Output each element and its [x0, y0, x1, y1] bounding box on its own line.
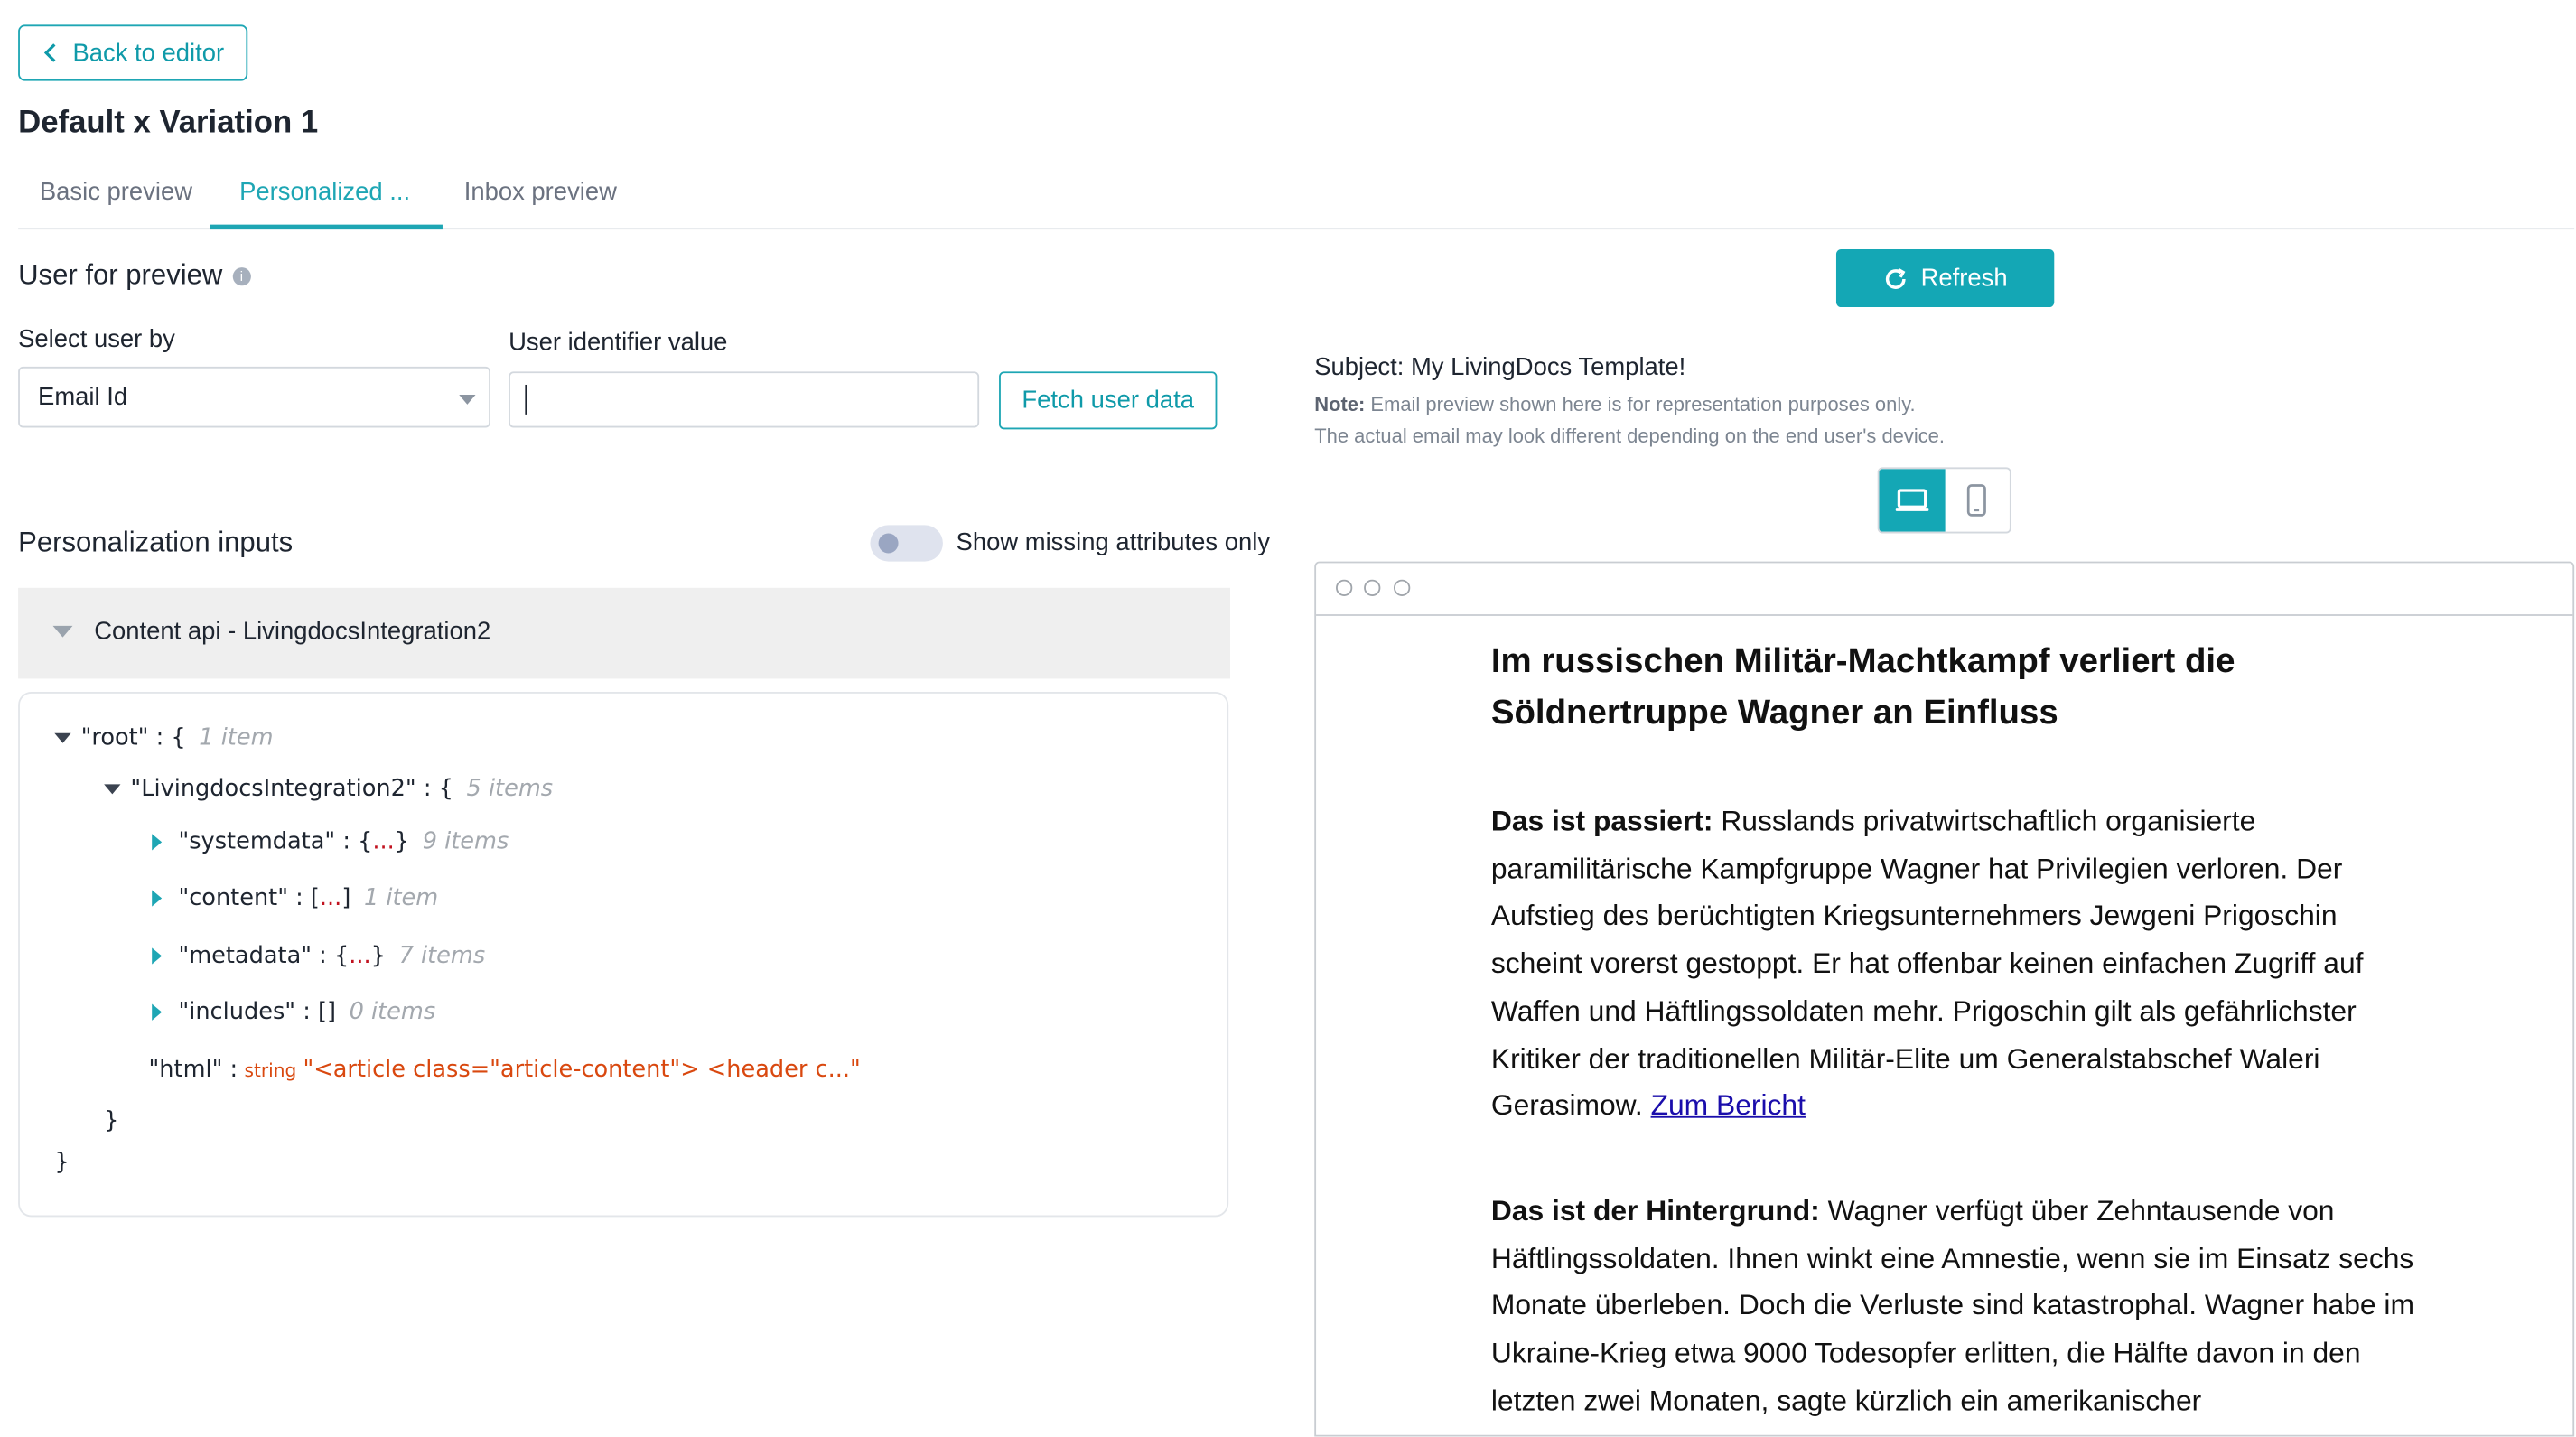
show-missing-attributes-label: Show missing attributes only — [956, 528, 1271, 557]
expand-icon[interactable] — [152, 834, 163, 851]
back-to-editor-label: Back to editor — [72, 38, 225, 68]
window-dot-icon — [1394, 579, 1411, 596]
email-paragraph-2: Das ist der Hintergrund: Wagner verfügt … — [1491, 1187, 2416, 1423]
mobile-phone-icon — [1967, 484, 1987, 517]
preview-note: Note: Email preview shown here is for re… — [1314, 389, 1945, 452]
chevron-down-icon — [459, 394, 476, 405]
note-label: Note: — [1314, 393, 1366, 416]
window-dot-icon — [1364, 579, 1381, 596]
json-node-systemdata[interactable]: "systemdata" : {...} 9 items — [152, 829, 509, 855]
json-type: string — [244, 1059, 297, 1082]
text-cursor — [525, 384, 527, 415]
user-identifier-input[interactable] — [509, 371, 980, 428]
collapse-icon[interactable] — [54, 732, 71, 743]
desktop-view-button[interactable] — [1879, 469, 1945, 532]
back-to-editor-button[interactable]: Back to editor — [18, 24, 248, 81]
json-key: "metadata" — [178, 942, 313, 970]
json-count: 7 items — [398, 942, 486, 970]
refresh-icon — [1886, 267, 1907, 288]
content-api-accordion[interactable]: Content api - LivingdocsIntegration2 — [18, 587, 1231, 679]
json-node-root[interactable]: "root" : {1 item — [54, 724, 274, 751]
json-node-html[interactable]: "html" : string "<article class="article-c… — [149, 1057, 861, 1083]
email-subject: Subject: My LivingDocs Template! — [1314, 353, 1686, 382]
personalization-inputs-title: Personalization inputs — [18, 527, 294, 558]
json-count: 1 item — [199, 724, 274, 751]
json-key: "html" — [148, 1057, 223, 1084]
json-string-value: "<article class="article-content"> <head… — [303, 1057, 861, 1084]
email-preview-frame: Im russischen Militär-Machtkampf verlier… — [1314, 561, 2575, 1437]
note-line-2: The actual email may look different depe… — [1314, 424, 1945, 448]
accordion-label: Content api - LivingdocsIntegration2 — [94, 617, 491, 646]
tab-personalized-preview[interactable]: Personalized ... — [239, 178, 410, 206]
select-user-by-value: Email Id — [38, 383, 128, 412]
json-key: "content" — [178, 884, 288, 912]
email-paragraph-1: Das ist passiert: Russlands privatwirtsc… — [1491, 798, 2416, 1129]
refresh-button[interactable]: Refresh — [1835, 249, 2055, 308]
expand-icon[interactable] — [152, 1003, 163, 1021]
toggle-knob — [878, 533, 899, 554]
chevron-left-icon — [43, 43, 56, 62]
paragraph-1-text: Russlands privatwirtschaftlich organisie… — [1490, 804, 2364, 1122]
expand-icon[interactable] — [152, 947, 163, 965]
json-node-content[interactable]: "content" : [...] 1 item — [152, 885, 438, 911]
mobile-view-button[interactable] — [1945, 469, 2010, 531]
json-close-brace: } — [54, 1149, 70, 1176]
select-user-by-dropdown[interactable]: Email Id — [18, 366, 490, 428]
refresh-label: Refresh — [1920, 264, 2008, 293]
zum-bericht-link[interactable]: Zum Bericht — [1651, 1088, 1806, 1122]
json-key: "root" — [80, 724, 149, 751]
window-dot-icon — [1336, 579, 1353, 596]
show-missing-attributes-toggle[interactable] — [870, 525, 943, 562]
note-line-1: Email preview shown here is for represen… — [1370, 393, 1916, 416]
user-for-preview-title: User for preview — [18, 259, 223, 291]
json-node-includes[interactable]: "includes" : [] 0 items — [152, 999, 435, 1025]
select-user-by-label: Select user by — [18, 325, 175, 354]
tab-basic-preview[interactable]: Basic preview — [40, 178, 192, 206]
email-headline: Im russischen Militär-Machtkampf verlier… — [1490, 642, 2235, 732]
json-key: "systemdata" — [178, 828, 336, 856]
json-count: 9 items — [422, 828, 509, 856]
device-toggle — [1877, 467, 2011, 534]
json-count: 1 item — [363, 884, 439, 912]
expand-icon[interactable] — [152, 890, 163, 907]
json-key: "includes" — [178, 999, 296, 1026]
laptop-icon — [1895, 489, 1928, 511]
page-title: Default x Variation 1 — [18, 106, 319, 141]
json-node-metadata[interactable]: "metadata" : {...} 7 items — [152, 943, 485, 969]
json-close-brace: } — [104, 1107, 119, 1134]
collapse-icon[interactable] — [104, 784, 121, 795]
user-identifier-label: User identifier value — [509, 328, 728, 357]
user-for-preview-heading: User for preview i — [18, 259, 251, 293]
browser-toolbar — [1316, 563, 2573, 616]
fetch-user-data-button[interactable]: Fetch user data — [999, 371, 1218, 430]
active-tab-indicator — [210, 224, 443, 230]
paragraph-1-lead: Das ist passiert: — [1490, 804, 1713, 837]
paragraph-2-text: Wagner verfügt über Zehntausende von Häf… — [1490, 1193, 2414, 1417]
json-node-livingdocs-integration[interactable]: "LivingdocsIntegration2" : {5 items — [104, 776, 554, 803]
json-key: "LivingdocsIntegration2" — [130, 776, 416, 803]
json-count: 0 items — [349, 999, 436, 1026]
json-count: 5 items — [466, 776, 554, 803]
email-body: Im russischen Militär-Machtkampf verlier… — [1491, 636, 2416, 1424]
tab-inbox-preview[interactable]: Inbox preview — [464, 178, 617, 206]
paragraph-2-lead: Das ist der Hintergrund: — [1490, 1193, 1820, 1227]
info-icon[interactable]: i — [232, 267, 251, 286]
caret-down-icon — [52, 625, 73, 638]
